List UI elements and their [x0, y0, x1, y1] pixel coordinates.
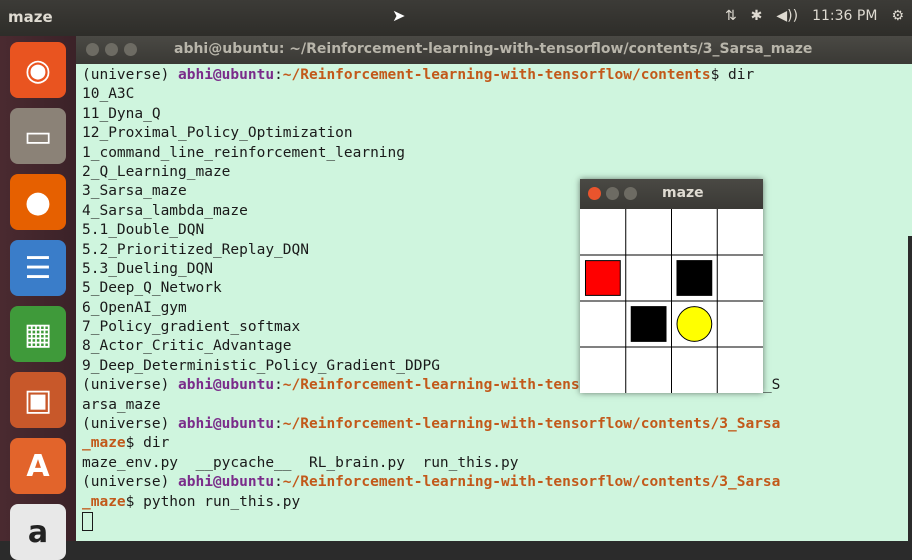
- terminal-text: (universe): [82, 416, 179, 433]
- terminal-line: [82, 511, 780, 531]
- maze-grid: [580, 209, 763, 393]
- maze-agent: [584, 260, 621, 296]
- terminal-text: (universe): [82, 377, 179, 394]
- terminal-text: 7_Policy_gradient_softmax: [82, 319, 301, 336]
- terminal-text: $ dir: [125, 435, 170, 452]
- prompt-user: abhi@ubuntu: [178, 67, 275, 83]
- network-icon[interactable]: ⇅: [725, 8, 737, 24]
- minimize-button[interactable]: [105, 43, 118, 56]
- terminal-text: (universe): [82, 67, 179, 83]
- terminal-window: abhi@ubuntu: ~/Reinforcement-learning-wi…: [76, 36, 912, 541]
- volume-icon[interactable]: ◀)): [776, 8, 798, 24]
- text-cursor: [82, 511, 93, 531]
- terminal-line: 12_Proximal_Policy_Optimization: [82, 124, 780, 143]
- maze-maximize-button[interactable]: [624, 187, 637, 200]
- terminal-title: abhi@ubuntu: ~/Reinforcement-learning-wi…: [174, 41, 813, 57]
- terminal-text: 10_A3C: [82, 86, 135, 103]
- terminal-line: (universe) abhi@ubuntu:~/Reinforcement-l…: [82, 66, 780, 85]
- terminal-line: (universe) abhi@ubuntu:~/Reinforcement-l…: [82, 415, 780, 434]
- terminal-text: 12_Proximal_Policy_Optimization: [82, 125, 353, 142]
- terminal-text: 4_Sarsa_lambda_maze: [82, 202, 248, 219]
- terminal-line: arsa_maze: [82, 396, 780, 415]
- terminal-text: :: [274, 474, 283, 491]
- terminal-line: _maze$ python run_this.py: [82, 493, 780, 512]
- prompt-path: ~/Reinforcement-learning-with-tensorflow…: [282, 67, 711, 83]
- top-panel: maze ➤ ⇅ ✱ ◀)) 11:36 PM ⚙: [0, 0, 912, 36]
- terminal-text: $ dir: [710, 67, 755, 83]
- terminal-text: :: [274, 416, 283, 433]
- terminal-text: 5_Deep_Q_Network: [82, 280, 222, 297]
- maze-goal: [676, 306, 713, 342]
- terminal-line: (universe) abhi@ubuntu:~/Reinforcement-l…: [82, 473, 780, 492]
- launcher: ◉ ▭ ● ☰ ▦ ▣ Aa: [0, 36, 76, 560]
- prompt-user: abhi@ubuntu: [178, 474, 275, 491]
- terminal-text: 9_Deep_Deterministic_Policy_Gradient_DDP…: [82, 357, 440, 374]
- launcher-libreoffice-impress-icon[interactable]: ▣: [10, 372, 66, 428]
- maze-hell: [676, 260, 713, 296]
- terminal-text: 2_Q_Learning_maze: [82, 163, 231, 180]
- terminal-text: 6_OpenAI_gym: [82, 299, 187, 316]
- maze-minimize-button[interactable]: [606, 187, 619, 200]
- prompt-user: abhi@ubuntu: [178, 416, 275, 433]
- prompt-path: ~/Reinforcement-learning-with-tensorflow…: [282, 474, 781, 491]
- terminal-text: 11_Dyna_Q: [82, 105, 161, 122]
- terminal-line: _maze$ dir: [82, 434, 780, 453]
- terminal-text: arsa_maze: [82, 396, 161, 413]
- bluetooth-icon[interactable]: ✱: [751, 8, 763, 24]
- launcher-amazon-icon[interactable]: a: [10, 504, 66, 560]
- terminal-text: 5.3_Dueling_DQN: [82, 260, 213, 277]
- terminal-line: 11_Dyna_Q: [82, 105, 780, 124]
- launcher-firefox-icon[interactable]: ●: [10, 174, 66, 230]
- prompt-path: _maze: [82, 435, 126, 452]
- scrollbar[interactable]: [908, 236, 912, 541]
- terminal-line: 1_command_line_reinforcement_learning: [82, 144, 780, 163]
- terminal-text: 5.1_Double_DQN: [82, 222, 205, 239]
- clock[interactable]: 11:36 PM: [812, 8, 877, 24]
- mouse-pointer-icon: ➤: [392, 6, 406, 25]
- indicator-area: ⇅ ✱ ◀)) 11:36 PM ⚙: [725, 8, 904, 24]
- launcher-files-icon[interactable]: ▭: [10, 108, 66, 164]
- maze-close-button[interactable]: [588, 187, 601, 200]
- terminal-text: 5.2_Prioritized_Replay_DQN: [82, 241, 309, 258]
- settings-icon[interactable]: ⚙: [891, 8, 904, 24]
- prompt-path: ~/Reinforcement-learning-with-tensorflow…: [282, 416, 781, 433]
- maze-hell: [630, 306, 667, 342]
- terminal-line: 10_A3C: [82, 85, 780, 104]
- terminal-text: 1_command_line_reinforcement_learning: [82, 144, 406, 161]
- maze-title: maze: [662, 185, 704, 201]
- launcher-libreoffice-calc-icon[interactable]: ▦: [10, 306, 66, 362]
- launcher-libreoffice-writer-icon[interactable]: ☰: [10, 240, 66, 296]
- maximize-button[interactable]: [124, 43, 137, 56]
- prompt-user: abhi@ubuntu: [178, 377, 275, 394]
- terminal-text: 8_Actor_Critic_Advantage: [82, 338, 292, 355]
- launcher-ubuntu-dash-icon[interactable]: ◉: [10, 42, 66, 98]
- maze-titlebar: maze: [580, 179, 763, 209]
- terminal-text: $ python run_this.py: [125, 493, 301, 510]
- close-button[interactable]: [86, 43, 99, 56]
- prompt-path: _maze: [82, 493, 126, 510]
- terminal-titlebar: abhi@ubuntu: ~/Reinforcement-learning-wi…: [76, 36, 912, 64]
- launcher-software-center-icon[interactable]: A: [10, 438, 66, 494]
- terminal-text: :: [274, 377, 283, 394]
- maze-window: maze: [580, 179, 763, 393]
- terminal-line: maze_env.py __pycache__ RL_brain.py run_…: [82, 454, 780, 473]
- terminal-text: 3_Sarsa_maze: [82, 183, 187, 200]
- terminal-text: maze_env.py __pycache__ RL_brain.py run_…: [82, 454, 519, 471]
- active-app-name: maze: [8, 8, 53, 26]
- terminal-text: :: [274, 67, 283, 83]
- terminal-text: (universe): [82, 474, 179, 491]
